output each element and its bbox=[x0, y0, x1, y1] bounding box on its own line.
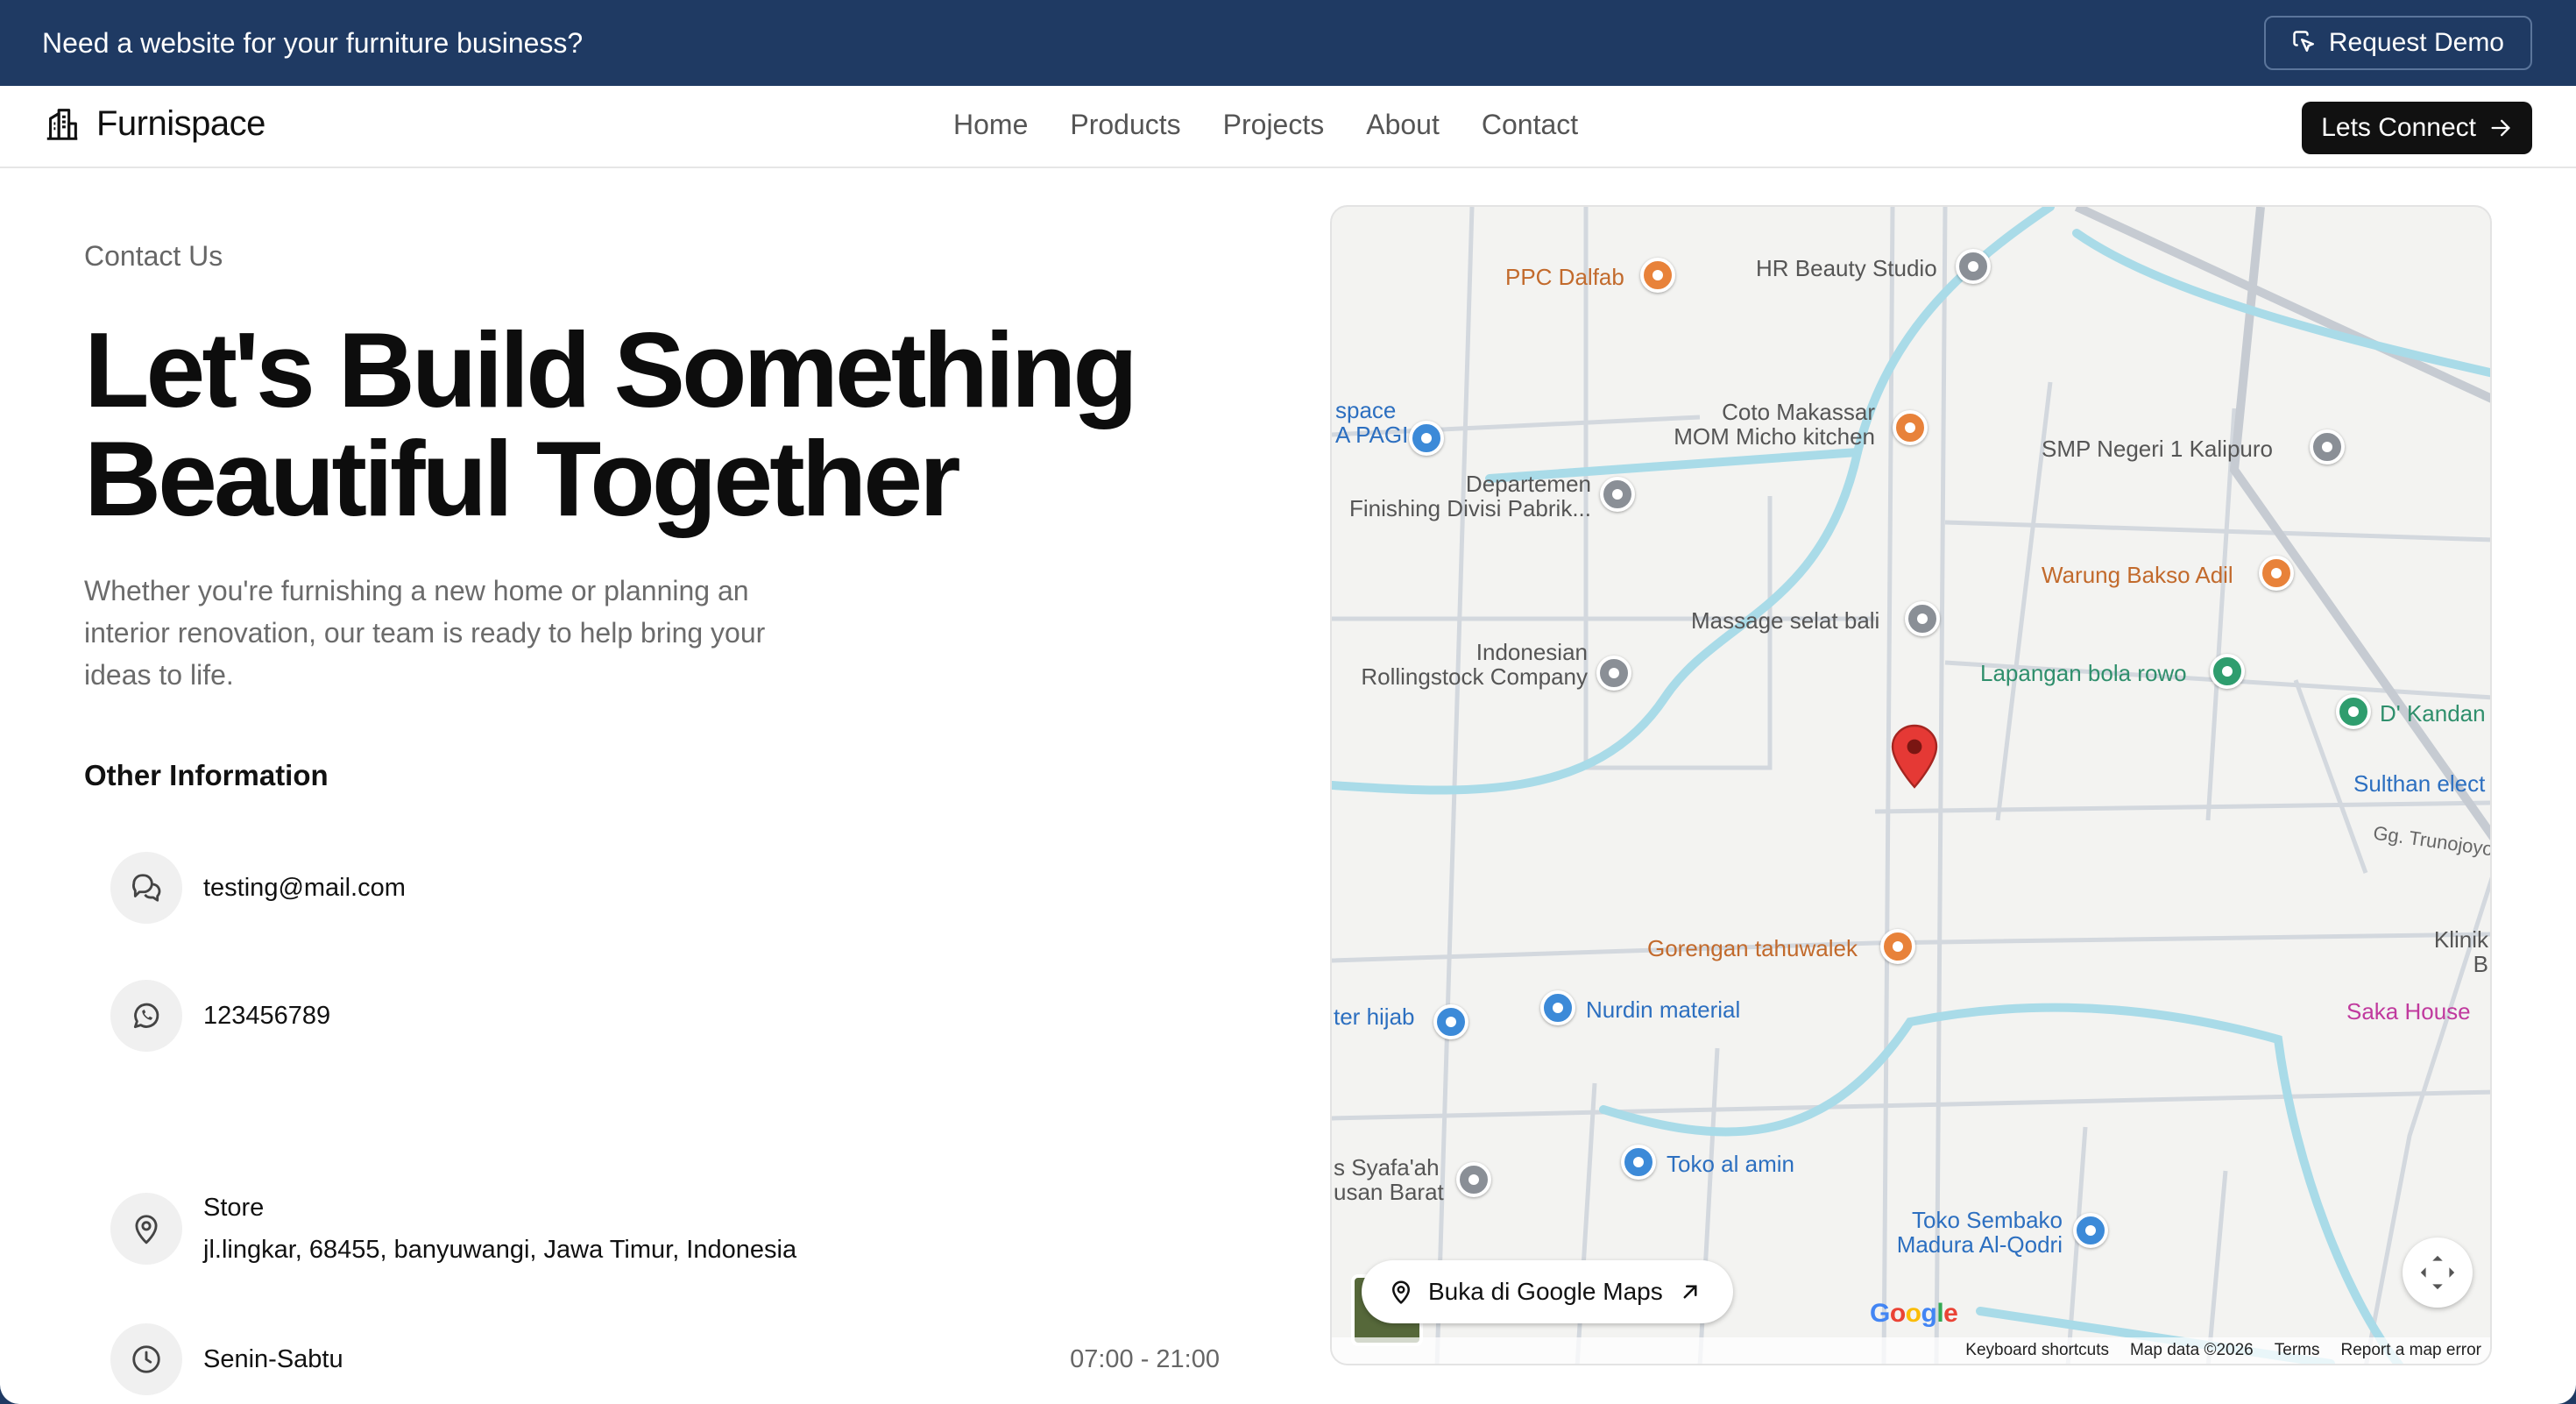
lets-connect-button[interactable]: Lets Connect bbox=[2302, 102, 2532, 154]
terms-link[interactable]: Terms bbox=[2275, 1341, 2320, 1360]
request-demo-button[interactable]: Request Demo bbox=[2263, 16, 2532, 70]
clock-icon-wrap bbox=[110, 1323, 182, 1395]
chat-icon-wrap bbox=[110, 852, 182, 924]
section-eyebrow: Contact Us bbox=[84, 240, 223, 272]
shopping-icon[interactable] bbox=[1540, 990, 1575, 1025]
shopping-icon[interactable] bbox=[1409, 421, 1444, 456]
poi-hijab[interactable]: ter hijab bbox=[1334, 1004, 1415, 1029]
store-info: Store jl.lingkar, 68455, banyuwangi, Jaw… bbox=[203, 1187, 796, 1271]
shopping-icon[interactable] bbox=[1433, 1004, 1468, 1039]
google-logo: Google bbox=[1870, 1299, 1958, 1328]
whatsapp-icon-wrap bbox=[110, 980, 182, 1052]
expand-arrows-icon bbox=[2420, 1255, 2455, 1290]
park-icon[interactable] bbox=[2210, 654, 2245, 689]
store-icon[interactable] bbox=[2073, 1213, 2108, 1248]
poi-indonesian-rollingstock[interactable]: Indonesian Rollingstock Company bbox=[1332, 640, 1588, 689]
lets-connect-label: Lets Connect bbox=[2321, 113, 2476, 142]
announcement-text: Need a website for your furniture busine… bbox=[42, 26, 584, 59]
nav-home[interactable]: Home bbox=[953, 109, 1028, 141]
cursor-click-icon bbox=[2293, 31, 2314, 52]
nav-products[interactable]: Products bbox=[1070, 109, 1180, 141]
restaurant-icon[interactable] bbox=[1893, 410, 1928, 445]
keyboard-shortcuts-link[interactable]: Keyboard shortcuts bbox=[1965, 1341, 2109, 1360]
school-icon[interactable] bbox=[2310, 429, 2345, 464]
poi-syafaah[interactable]: s Syafa'ah usan Barat bbox=[1334, 1155, 1444, 1204]
location-pin-icon bbox=[135, 1215, 158, 1244]
location-icon-wrap bbox=[110, 1193, 182, 1265]
poi-sulthan[interactable]: Sulthan elect bbox=[2353, 771, 2485, 796]
place-pin-icon[interactable] bbox=[1956, 249, 1991, 284]
poi-gorengan[interactable]: Gorengan tahuwalek bbox=[1647, 936, 1858, 961]
poi-saka-house[interactable]: Saka House bbox=[2346, 999, 2471, 1024]
building-icon bbox=[46, 109, 78, 140]
nav-projects[interactable]: Projects bbox=[1223, 109, 1325, 141]
poi-hr-beauty-studio[interactable]: HR Beauty Studio bbox=[1756, 256, 1937, 280]
brand-logo[interactable]: Furnispace bbox=[42, 103, 265, 144]
info-hours: Senin-Sabtu 07:00 - 21:00 bbox=[110, 1323, 1220, 1395]
factory-pin-icon[interactable] bbox=[1600, 477, 1635, 512]
lead-text: Whether you're furnishing a new home or … bbox=[84, 575, 766, 691]
poi-warung-bakso[interactable]: Warung Bakso Adil bbox=[2042, 563, 2233, 587]
whatsapp-icon bbox=[133, 1003, 159, 1029]
announcement-bar: Need a website for your furniture busine… bbox=[0, 0, 2576, 86]
brand-name: Furnispace bbox=[96, 103, 265, 143]
poi-toko-al-amin[interactable]: Toko al amin bbox=[1667, 1152, 1794, 1176]
chat-icon bbox=[132, 874, 161, 902]
tree-icon[interactable] bbox=[2336, 694, 2371, 729]
restaurant-icon[interactable] bbox=[1880, 929, 1915, 964]
embedded-map[interactable]: PPC Dalfab HR Beauty Studio Coto Makassa… bbox=[1330, 205, 2492, 1365]
clock-icon bbox=[132, 1345, 160, 1373]
title-line-1: Let's Build Something bbox=[84, 310, 1138, 429]
nav-about[interactable]: About bbox=[1366, 109, 1440, 141]
opening-days: Senin-Sabtu bbox=[203, 1345, 343, 1373]
other-information-heading: Other Information bbox=[84, 759, 329, 791]
request-demo-label: Request Demo bbox=[2328, 28, 2504, 57]
phone-text[interactable]: 123456789 bbox=[203, 995, 330, 1037]
page-title: Let's Build Something Beautiful Together bbox=[84, 316, 1223, 533]
store-label: Store bbox=[203, 1194, 265, 1222]
external-arrow-icon bbox=[1683, 1285, 1697, 1299]
page: Furnispace Home Products Projects About … bbox=[0, 86, 2576, 1404]
shopping-icon[interactable] bbox=[1621, 1145, 1656, 1180]
poi-ppc-dalfab[interactable]: PPC Dalfab bbox=[1505, 265, 1624, 289]
navbar: Furnispace Home Products Projects About … bbox=[0, 86, 2576, 168]
arrow-right-icon bbox=[2491, 119, 2510, 137]
place-pin-icon[interactable] bbox=[1905, 601, 1940, 636]
poi-klinik[interactable]: Klinik B bbox=[2410, 927, 2488, 976]
map-data-text: Map data ©2026 bbox=[2129, 1341, 2254, 1359]
opening-hours: 07:00 - 21:00 bbox=[1070, 1344, 1220, 1373]
poi-massage-selat-bali[interactable]: Massage selat bali bbox=[1691, 608, 1879, 633]
title-line-2: Beautiful Together bbox=[84, 419, 961, 538]
location-pin-icon bbox=[1392, 1280, 1410, 1304]
mosque-icon[interactable] bbox=[1456, 1162, 1491, 1197]
poi-lapangan-bola[interactable]: Lapangan bola rowo bbox=[1980, 661, 2187, 685]
info-store: Store jl.lingkar, 68455, banyuwangi, Jaw… bbox=[110, 1187, 1220, 1271]
store-address: jl.lingkar, 68455, banyuwangi, Jawa Timu… bbox=[203, 1236, 797, 1264]
factory-pin-icon[interactable] bbox=[1596, 656, 1631, 691]
nav-contact[interactable]: Contact bbox=[1482, 109, 1578, 141]
poi-d-kandan[interactable]: D' Kandan bbox=[2380, 701, 2486, 726]
report-map-error-link[interactable]: Report a map error bbox=[2340, 1341, 2481, 1360]
info-email: testing@mail.com bbox=[110, 852, 1220, 924]
poi-smp-negeri[interactable]: SMP Negeri 1 Kalipuro bbox=[2042, 436, 2273, 461]
nav-links: Home Products Projects About Contact bbox=[953, 109, 1578, 141]
fullscreen-button[interactable] bbox=[2403, 1237, 2473, 1308]
map-footer: Keyboard shortcuts Map data ©2026 Terms … bbox=[1332, 1337, 2490, 1364]
location-marker-icon[interactable] bbox=[1891, 724, 1938, 789]
open-google-maps-label: Buka di Google Maps bbox=[1428, 1278, 1663, 1305]
restaurant-icon[interactable] bbox=[2259, 556, 2294, 591]
open-google-maps-button[interactable]: Buka di Google Maps bbox=[1362, 1260, 1733, 1323]
cafe-icon[interactable] bbox=[1640, 258, 1675, 293]
email-text[interactable]: testing@mail.com bbox=[203, 867, 406, 909]
poi-nurdin-material[interactable]: Nurdin material bbox=[1586, 997, 1740, 1022]
poi-space-pagi[interactable]: space A PAGI bbox=[1335, 398, 1408, 447]
poi-departemen-finishing[interactable]: Departemen Finishing Divisi Pabrik... bbox=[1332, 472, 1591, 521]
info-phone: 123456789 bbox=[110, 980, 1220, 1052]
poi-toko-sembako[interactable]: Toko Sembako Madura Al-Qodri bbox=[1665, 1208, 2063, 1257]
